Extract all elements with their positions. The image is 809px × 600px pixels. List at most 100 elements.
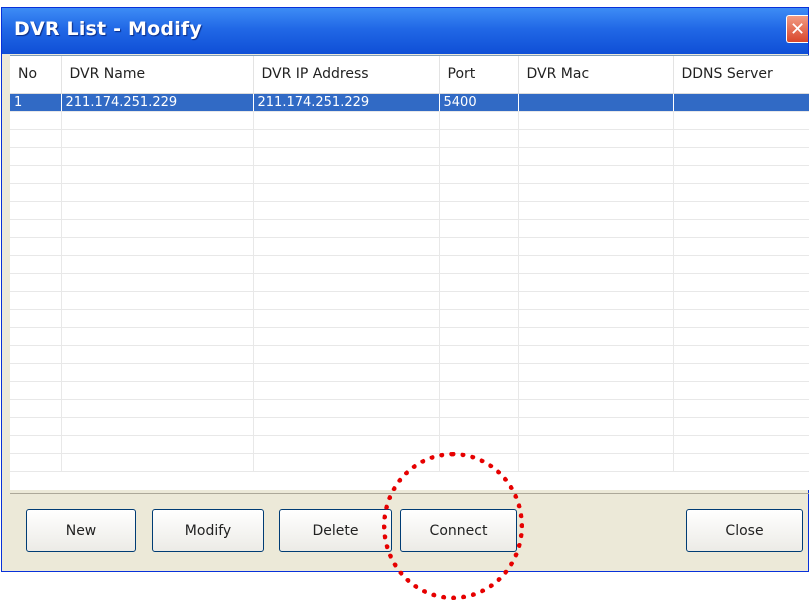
delete-button[interactable]: Delete (279, 509, 392, 552)
table-cell (439, 399, 519, 418)
table-cell (253, 183, 440, 202)
table-cell (10, 363, 62, 382)
table-cell (673, 237, 809, 256)
table-cell (439, 165, 519, 184)
table-cell (61, 237, 254, 256)
table-cell (61, 327, 254, 346)
column-header-ddns-server[interactable]: DDNS Server (673, 56, 809, 94)
table-cell (10, 255, 62, 274)
table-cell (439, 273, 519, 292)
table-cell (10, 309, 62, 328)
table-cell (253, 111, 440, 130)
table-cell (439, 255, 519, 274)
table-cell (439, 147, 519, 166)
table-cell (518, 363, 674, 382)
dvr-list-table[interactable]: No DVR Name DVR IP Address Port DVR Mac … (10, 55, 809, 490)
table-cell (61, 147, 254, 166)
table-cell (673, 399, 809, 418)
table-cell (518, 147, 674, 166)
table-cell (439, 435, 519, 454)
window-title: DVR List - Modify (14, 18, 202, 40)
table-cell (61, 381, 254, 400)
close-icon[interactable]: ✕ (786, 15, 808, 43)
table-cell (673, 255, 809, 274)
table-cell (518, 219, 674, 238)
modify-button[interactable]: Modify (152, 509, 264, 552)
table-cell (10, 435, 62, 454)
table-cell (253, 237, 440, 256)
table-cell (439, 363, 519, 382)
table-cell (673, 201, 809, 220)
close-button[interactable]: Close (686, 509, 803, 552)
table-cell (518, 291, 674, 310)
table-cell (673, 435, 809, 454)
empty-table-row (10, 219, 809, 238)
table-cell (10, 345, 62, 364)
table-cell (61, 309, 254, 328)
table-cell (673, 165, 809, 184)
table-row[interactable]: 1 211.174.251.229 211.174.251.229 5400 (10, 93, 809, 112)
table-cell (439, 417, 519, 436)
table-cell (10, 273, 62, 292)
empty-table-row (10, 147, 809, 166)
table-cell (673, 93, 809, 112)
column-header-dvr-mac[interactable]: DVR Mac (518, 56, 674, 94)
table-cell (61, 255, 254, 274)
table-cell (673, 417, 809, 436)
table-cell (673, 147, 809, 166)
table-cell (10, 327, 62, 346)
table-cell (253, 273, 440, 292)
column-header-dvr-ip-address[interactable]: DVR IP Address (253, 56, 440, 94)
table-cell (439, 111, 519, 130)
empty-table-row (10, 435, 809, 454)
table-cell (253, 309, 440, 328)
table-cell (518, 93, 674, 112)
table-cell (253, 201, 440, 220)
table-cell (10, 165, 62, 184)
table-cell (61, 219, 254, 238)
table-cell (253, 219, 440, 238)
table-cell (673, 219, 809, 238)
column-header-port[interactable]: Port (439, 56, 519, 94)
empty-table-row (10, 165, 809, 184)
column-header-no[interactable]: No (10, 56, 62, 94)
empty-table-row (10, 129, 809, 148)
table-cell (518, 381, 674, 400)
table-cell (673, 345, 809, 364)
table-cell (61, 129, 254, 148)
table-cell (253, 399, 440, 418)
table-cell (518, 273, 674, 292)
table-header: No DVR Name DVR IP Address Port DVR Mac … (10, 56, 809, 94)
empty-table-row (10, 201, 809, 220)
empty-table-row (10, 453, 809, 472)
table-cell (673, 273, 809, 292)
table-cell (673, 327, 809, 346)
table-cell (253, 165, 440, 184)
new-button[interactable]: New (26, 509, 136, 552)
table-cell (673, 453, 809, 472)
table-cell (518, 417, 674, 436)
column-header-dvr-name[interactable]: DVR Name (61, 56, 254, 94)
table-cell (10, 381, 62, 400)
empty-table-row (10, 309, 809, 328)
table-cell (61, 183, 254, 202)
table-cell (673, 363, 809, 382)
table-cell (61, 201, 254, 220)
table-cell (10, 219, 62, 238)
table-cell (518, 255, 674, 274)
empty-table-row (10, 327, 809, 346)
title-bar[interactable]: DVR List - Modify ✕ (2, 8, 808, 54)
table-cell (10, 417, 62, 436)
table-cell (518, 435, 674, 454)
table-cell (439, 309, 519, 328)
table-cell (518, 165, 674, 184)
connect-button[interactable]: Connect (400, 509, 517, 552)
table-cell (61, 453, 254, 472)
empty-table-row (10, 345, 809, 364)
empty-table-row (10, 183, 809, 202)
table-cell (61, 435, 254, 454)
table-cell (253, 291, 440, 310)
table-cell (253, 435, 440, 454)
table-cell (253, 129, 440, 148)
table-cell (61, 399, 254, 418)
